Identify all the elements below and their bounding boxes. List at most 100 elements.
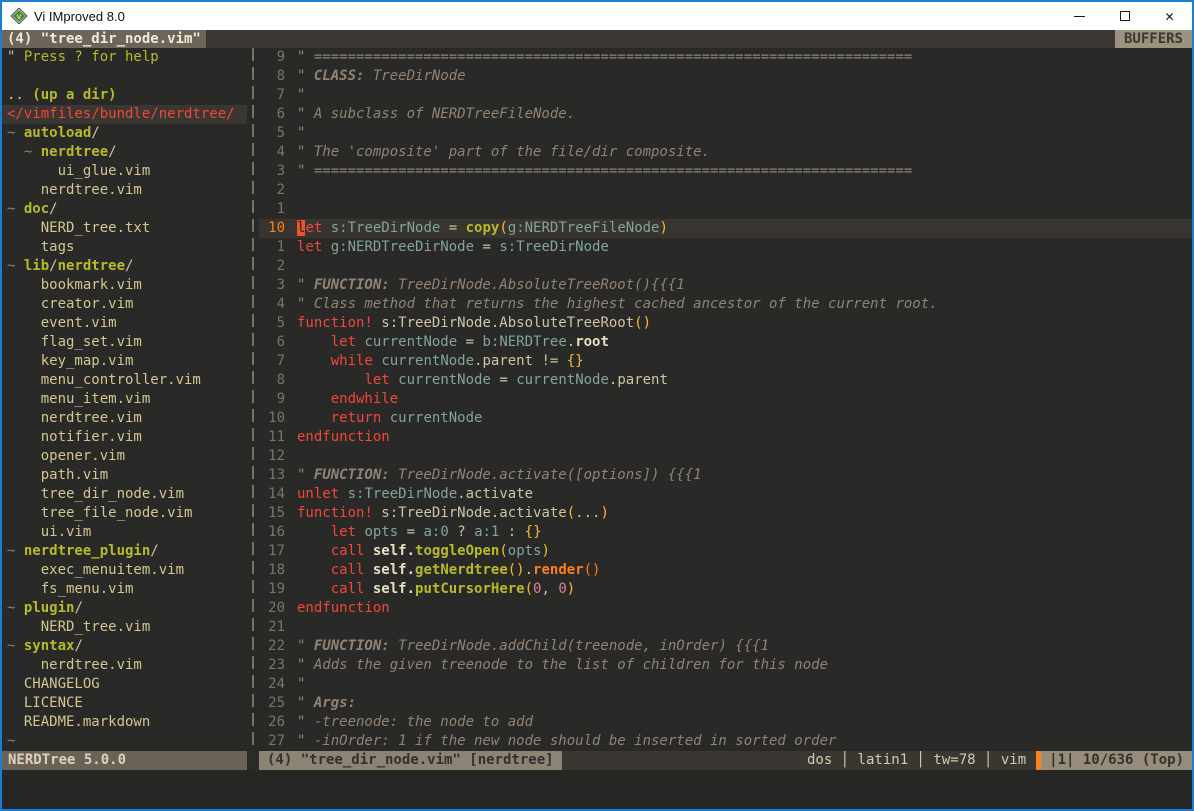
code-line[interactable]: 1let g:NERDTreeDirNode = s:TreeDirNode xyxy=(259,238,1192,257)
minimize-button[interactable] xyxy=(1057,2,1102,30)
syntax-segment: (up a dir) xyxy=(32,87,116,103)
code-line[interactable]: 25" Args: xyxy=(259,694,1192,713)
code-line[interactable]: 20endfunction xyxy=(259,599,1192,618)
tree-item[interactable]: exec_menuitem.vim xyxy=(2,561,247,580)
code-line-current[interactable]: 10let s:TreeDirNode = copy(g:NERDTreeFil… xyxy=(259,219,1192,238)
tree-item[interactable]: bookmark.vim xyxy=(2,276,247,295)
code-line[interactable]: 18 call self.getNerdtree().render() xyxy=(259,561,1192,580)
code-line[interactable]: 7" xyxy=(259,86,1192,105)
code-line[interactable]: 5function! s:TreeDirNode.AbsoluteTreeRoo… xyxy=(259,314,1192,333)
line-number: 17 xyxy=(259,542,285,561)
tree-item[interactable]: opener.vim xyxy=(2,447,247,466)
tree-item[interactable]: notifier.vim xyxy=(2,428,247,447)
code-line[interactable]: 5" xyxy=(259,124,1192,143)
syntax-segment: bookmark.vim xyxy=(41,277,142,293)
code-line[interactable]: 3" =====================================… xyxy=(259,162,1192,181)
code-line[interactable]: 26" -treenode: the node to add xyxy=(259,713,1192,732)
line-text: ~ nerdtree_plugin/ xyxy=(7,543,159,559)
syntax-segment: / xyxy=(125,258,133,274)
code-line[interactable]: 19 call self.putCursorHere(0, 0) xyxy=(259,580,1192,599)
command-line[interactable] xyxy=(2,770,1192,809)
code-line[interactable]: 9" =====================================… xyxy=(259,48,1192,67)
syntax-segment: ui.vim xyxy=(41,524,92,540)
syntax-segment: " -inOrder: 1 if the new node should be … xyxy=(297,733,836,749)
code-line[interactable]: 4" The 'composite' part of the file/dir … xyxy=(259,143,1192,162)
code-line[interactable]: 1 xyxy=(259,200,1192,219)
tree-item[interactable]: nerdtree.vim xyxy=(2,656,247,675)
code-line[interactable]: 10 return currentNode xyxy=(259,409,1192,428)
code-line[interactable]: 12 xyxy=(259,447,1192,466)
code-line[interactable]: 22" FUNCTION: TreeDirNode.addChild(treen… xyxy=(259,637,1192,656)
line-text: nerdtree.vim xyxy=(7,657,142,673)
code-line[interactable]: 23" Adds the given treenode to the list … xyxy=(259,656,1192,675)
tree-item[interactable]: ~ autoload/ xyxy=(2,124,247,143)
tree-item[interactable]: ui.vim xyxy=(2,523,247,542)
code-line[interactable]: 15function! s:TreeDirNode.activate(...) xyxy=(259,504,1192,523)
tree-item[interactable]: ~ plugin/ xyxy=(2,599,247,618)
tree-root-line[interactable]: </vimfiles/bundle/nerdtree/ xyxy=(2,105,247,124)
window-split-separator[interactable] xyxy=(247,48,259,751)
syntax-segment: endfunction xyxy=(297,600,390,616)
tree-item[interactable]: ~ nerdtree_plugin/ xyxy=(2,542,247,561)
code-line[interactable]: 11endfunction xyxy=(259,428,1192,447)
syntax-segment xyxy=(7,353,41,369)
syntax-segment: LICENCE xyxy=(24,695,83,711)
tree-item[interactable] xyxy=(2,67,247,86)
tree-item[interactable]: README.markdown xyxy=(2,713,247,732)
tree-item[interactable]: menu_controller.vim xyxy=(2,371,247,390)
tree-item[interactable]: .. (up a dir) xyxy=(2,86,247,105)
code-line[interactable]: 24" xyxy=(259,675,1192,694)
tree-item[interactable]: ~ lib/nerdtree/ xyxy=(2,257,247,276)
code-line[interactable]: 2 xyxy=(259,257,1192,276)
tree-item[interactable]: menu_item.vim xyxy=(2,390,247,409)
code-line[interactable]: 2 xyxy=(259,181,1192,200)
tree-item[interactable]: tree_file_node.vim xyxy=(2,504,247,523)
tab-current-buffer[interactable]: (4) "tree_dir_node.vim" xyxy=(2,30,206,48)
code-line[interactable]: 13" FUNCTION: TreeDirNode.activate([opti… xyxy=(259,466,1192,485)
tree-item[interactable]: ui_glue.vim xyxy=(2,162,247,181)
code-line[interactable]: 21 xyxy=(259,618,1192,637)
code-line[interactable]: 3" FUNCTION: TreeDirNode.AbsoluteTreeRoo… xyxy=(259,276,1192,295)
line-text: menu_controller.vim xyxy=(7,372,201,388)
code-line[interactable]: 9 endwhile xyxy=(259,390,1192,409)
maximize-button[interactable] xyxy=(1102,2,1147,30)
syntax-segment: function! xyxy=(297,315,373,331)
tree-item[interactable]: tree_dir_node.vim xyxy=(2,485,247,504)
tree-item[interactable]: ~ xyxy=(2,732,247,751)
tree-item[interactable]: path.vim xyxy=(2,466,247,485)
code-line[interactable]: 27" -inOrder: 1 if the new node should b… xyxy=(259,732,1192,751)
tree-item[interactable]: fs_menu.vim xyxy=(2,580,247,599)
syntax-segment xyxy=(7,448,41,464)
close-button[interactable]: ✕ xyxy=(1147,2,1192,30)
line-number: 26 xyxy=(259,713,285,732)
code-line[interactable]: 4" Class method that returns the highest… xyxy=(259,295,1192,314)
line-text: notifier.vim xyxy=(7,429,142,445)
tree-item[interactable]: key_map.vim xyxy=(2,352,247,371)
tree-item[interactable]: nerdtree.vim xyxy=(2,181,247,200)
tree-item[interactable]: creator.vim xyxy=(2,295,247,314)
code-line[interactable]: 6" A subclass of NERDTreeFileNode. xyxy=(259,105,1192,124)
tree-item[interactable]: NERD_tree.txt xyxy=(2,219,247,238)
code-line[interactable]: 7 while currentNode.parent != {} xyxy=(259,352,1192,371)
code-line[interactable]: 8 let currentNode = currentNode.parent xyxy=(259,371,1192,390)
tree-item[interactable]: nerdtree.vim xyxy=(2,409,247,428)
code-line[interactable]: 16 let opts = a:0 ? a:1 : {} xyxy=(259,523,1192,542)
syntax-segment: " xyxy=(297,695,314,711)
tree-item[interactable]: ~ syntax/ xyxy=(2,637,247,656)
code-line[interactable]: 14unlet s:TreeDirNode.activate xyxy=(259,485,1192,504)
tree-item[interactable]: tags xyxy=(2,238,247,257)
code-line[interactable]: 17 call self.toggleOpen(opts) xyxy=(259,542,1192,561)
tree-item[interactable]: " Press ? for help xyxy=(2,48,247,67)
tree-item[interactable]: NERD_tree.vim xyxy=(2,618,247,637)
tree-item[interactable]: flag_set.vim xyxy=(2,333,247,352)
code-line[interactable]: 8" CLASS: TreeDirNode xyxy=(259,67,1192,86)
tree-item[interactable]: event.vim xyxy=(2,314,247,333)
tree-item[interactable]: ~ nerdtree/ xyxy=(2,143,247,162)
syntax-segment: FUNCTION: xyxy=(314,467,390,483)
syntax-segment: ~ xyxy=(7,638,24,654)
tree-item[interactable]: LICENCE xyxy=(2,694,247,713)
tree-item[interactable]: ~ doc/ xyxy=(2,200,247,219)
code-line[interactable]: 6 let currentNode = b:NERDTree.root xyxy=(259,333,1192,352)
buffers-label[interactable]: BUFFERS xyxy=(1115,30,1192,48)
tree-item[interactable]: CHANGELOG xyxy=(2,675,247,694)
